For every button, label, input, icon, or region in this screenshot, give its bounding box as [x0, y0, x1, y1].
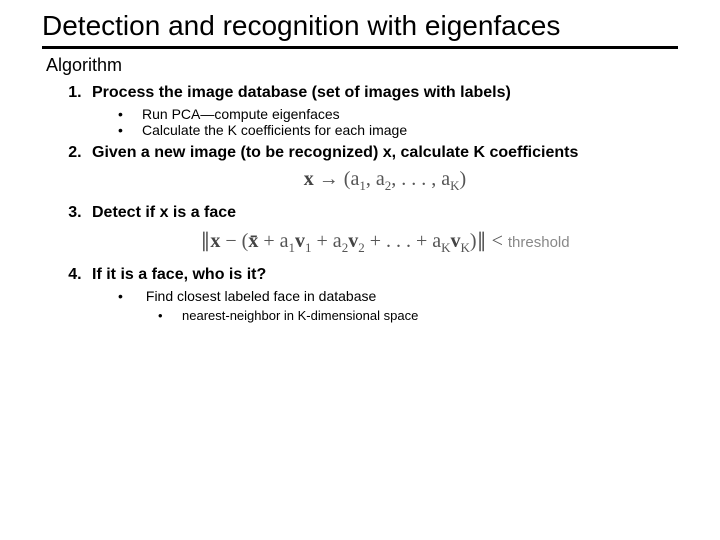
step-3: Detect if x is a face ∥x − (x̄ + a1v1 + … [86, 204, 678, 256]
title-rule [42, 46, 678, 49]
f2-dots: + . . . + [365, 230, 433, 252]
f2-v2: v [348, 230, 358, 252]
f2-xbar: x̄ [248, 230, 258, 252]
f2-open: ∥ [200, 230, 210, 252]
formula-threshold: ∥x − (x̄ + a1v1 + a2v2 + . . . + aKvK)∥ … [92, 228, 678, 256]
f2-x: x [210, 230, 220, 252]
f1-a2: a [376, 168, 385, 190]
f2-plus2: + [312, 230, 333, 252]
f1-x: x [304, 168, 314, 190]
f2-threshold: threshold [508, 234, 570, 251]
f2-vK: v [451, 230, 461, 252]
f2-a1: a [280, 230, 289, 252]
step-4-subbullet-1: nearest-neighbor in K-dimensional space [158, 308, 678, 323]
step-4-bullet-1-text: Find closest labeled face in database [146, 288, 376, 304]
f2-aK: a [432, 230, 441, 252]
f2-plus1: + [258, 230, 279, 252]
f2-v1: v [295, 230, 305, 252]
f2-sKb: K [461, 240, 470, 255]
f1-sK: K [450, 178, 459, 193]
step-1: Process the image database (set of image… [86, 84, 678, 138]
f2-a2: a [333, 230, 342, 252]
f2-minus: − ( [220, 230, 248, 252]
slide-title: Detection and recognition with eigenface… [42, 10, 678, 42]
f2-sKa: K [441, 240, 450, 255]
slide: Detection and recognition with eigenface… [0, 0, 720, 540]
step-4-text: If it is a face, who is it? [92, 266, 266, 283]
step-4-bullets: Find closest labeled face in database ne… [118, 288, 678, 323]
f1-aK: a [441, 168, 450, 190]
step-4-bullet-1: Find closest labeled face in database ne… [118, 288, 678, 323]
f1-arrow: → ( [314, 168, 351, 190]
formula-coefficients: x → (a1, a2, . . . , aK) [92, 168, 678, 194]
slide-subtitle: Algorithm [46, 55, 678, 76]
step-1-text: Process the image database (set of image… [92, 84, 511, 101]
step-1-bullets: Run PCA—compute eigenfaces Calculate the… [118, 106, 678, 138]
f1-dots: , . . . , [391, 168, 441, 190]
step-4-subbullets: nearest-neighbor in K-dimensional space [158, 308, 678, 323]
step-3-text: Detect if x is a face [92, 204, 236, 221]
step-2: Given a new image (to be recognized) x, … [86, 144, 678, 194]
f2-close: )∥ < [470, 230, 508, 252]
f1-close: ) [460, 168, 467, 190]
f1-c1: , [366, 168, 376, 190]
step-2-text: Given a new image (to be recognized) x, … [92, 144, 578, 161]
step-1-bullet-2: Calculate the K coefficients for each im… [118, 122, 678, 138]
step-1-bullet-1: Run PCA—compute eigenfaces [118, 106, 678, 122]
step-4: If it is a face, who is it? Find closest… [86, 266, 678, 323]
algorithm-list: Process the image database (set of image… [64, 84, 678, 323]
